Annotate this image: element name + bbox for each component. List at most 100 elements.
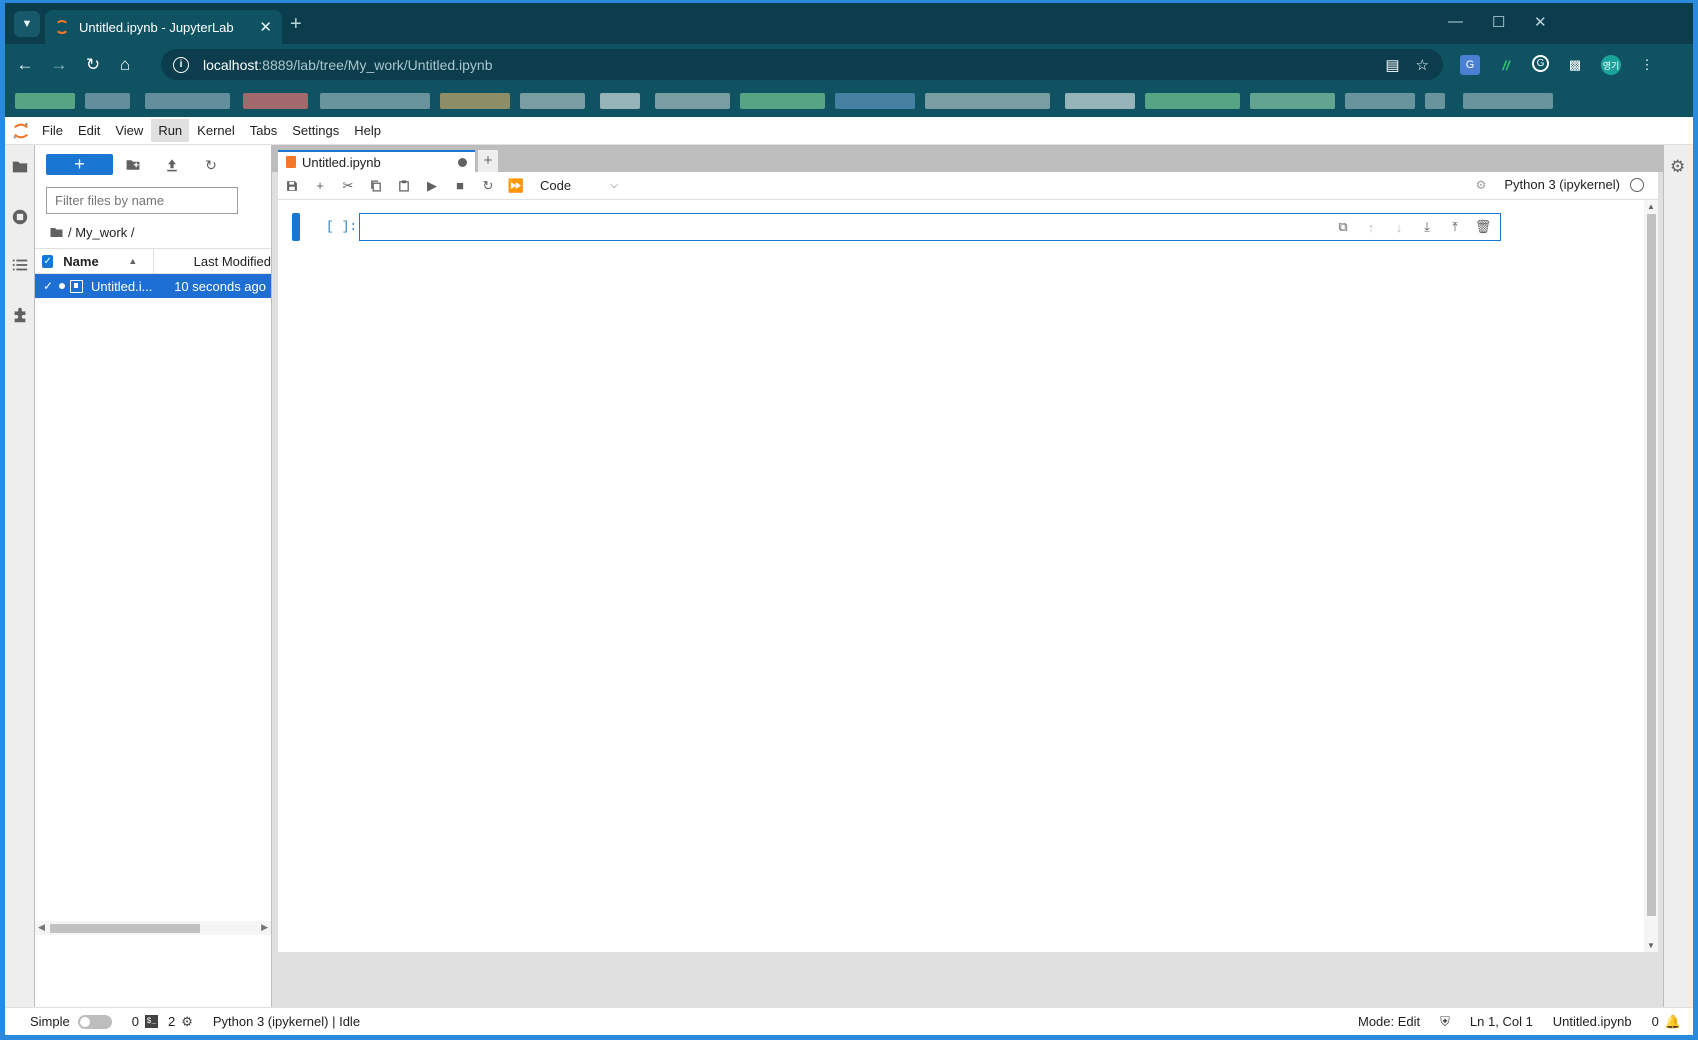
browser-tab-active[interactable]: Untitled.ipynb - JupyterLab ✕ (45, 10, 282, 44)
browser-menu-icon[interactable]: ⋮ (1637, 55, 1657, 75)
bookmark-item[interactable] (1345, 93, 1415, 109)
menu-settings[interactable]: Settings (285, 119, 346, 142)
bookmark-item[interactable] (835, 93, 915, 109)
debugger-icon[interactable]: ⚙ (1476, 178, 1487, 192)
paste-icon[interactable] (390, 174, 418, 198)
scrollbar-thumb[interactable] (1647, 214, 1656, 916)
code-cell[interactable]: [ ]: ⧉ ↑ ↓ ⤓ ⤒ 🗑 (292, 213, 1504, 241)
trusted-shield-icon[interactable]: ⛨ (1440, 1014, 1450, 1030)
scroll-down-icon[interactable]: ▼ (1647, 941, 1655, 950)
save-icon[interactable] (278, 174, 306, 198)
home-icon[interactable]: ⌂ (113, 53, 137, 77)
select-all-checkbox[interactable]: ✓ (42, 254, 54, 268)
bookmark-item[interactable] (740, 93, 825, 109)
scrollbar-thumb[interactable] (50, 924, 200, 933)
insert-above-icon[interactable]: ⤒ (1446, 218, 1464, 236)
menu-tabs[interactable]: Tabs (243, 119, 284, 142)
running-kernels-icon[interactable] (10, 207, 30, 227)
restart-kernel-icon[interactable]: ↻ (474, 174, 502, 198)
menu-help[interactable]: Help (347, 119, 388, 142)
add-tab-button[interactable]: + (478, 150, 498, 172)
menu-kernel[interactable]: Kernel (190, 119, 242, 142)
menu-edit[interactable]: Edit (71, 119, 107, 142)
grammarly-extension-icon[interactable]: G (1532, 55, 1549, 72)
bookmark-item[interactable] (1065, 93, 1135, 109)
back-icon[interactable]: ← (13, 53, 37, 77)
kernel-name[interactable]: Python 3 (ipykernel) (1504, 177, 1620, 192)
insert-cell-icon[interactable]: + (306, 174, 334, 198)
cell-editor[interactable]: ⧉ ↑ ↓ ⤓ ⤒ 🗑 (359, 213, 1501, 241)
notebook-vertical-scrollbar[interactable]: ▲ ▼ (1644, 200, 1658, 952)
tab-search-button[interactable]: ▼ (14, 11, 40, 37)
breadcrumb-path[interactable]: / My_work / (68, 225, 134, 240)
copy-icon[interactable] (362, 174, 390, 198)
notifications-item[interactable]: 0 🔔 (1652, 1014, 1681, 1030)
bookmark-item[interactable] (243, 93, 308, 109)
cell-type-dropdown[interactable]: Code ⌵ (540, 178, 618, 193)
column-modified-header[interactable]: Last Modified (152, 249, 271, 273)
menu-run[interactable]: Run (151, 119, 190, 142)
profile-avatar[interactable]: 영기 (1601, 55, 1621, 75)
bookmark-item[interactable] (925, 93, 1050, 109)
bookmark-item[interactable] (85, 93, 130, 109)
translate-icon[interactable]: ▤ (1385, 56, 1399, 74)
bookmark-item[interactable] (1250, 93, 1335, 109)
bookmark-item[interactable] (520, 93, 585, 109)
move-up-icon[interactable]: ↑ (1362, 218, 1380, 236)
terminals-count-item[interactable]: 0 $_ (132, 1014, 158, 1029)
minimize-icon[interactable]: — (1448, 13, 1463, 30)
address-bar[interactable]: i localhost:8889/lab/tree/My_work/Untitl… (161, 49, 1443, 80)
upload-icon[interactable] (162, 155, 182, 175)
cell-collapser[interactable] (292, 213, 300, 241)
restart-run-all-icon[interactable]: ⏩ (502, 174, 530, 198)
forward-icon[interactable]: → (47, 53, 71, 77)
menu-file[interactable]: File (35, 119, 70, 142)
reload-icon[interactable]: ↻ (81, 53, 105, 77)
run-cell-icon[interactable]: ▶ (418, 174, 446, 198)
scroll-up-icon[interactable]: ▲ (1647, 202, 1655, 211)
file-list-item[interactable]: ✓ Untitled.i... 10 seconds ago (35, 274, 271, 298)
bookmark-item[interactable] (145, 93, 230, 109)
menu-view[interactable]: View (108, 119, 150, 142)
sort-ascending-icon[interactable]: ▲ (128, 256, 152, 266)
home-folder-icon[interactable] (49, 225, 64, 240)
table-of-contents-icon[interactable] (10, 255, 30, 275)
extensions-puzzle-icon[interactable]: ▩ (1565, 55, 1585, 75)
bookmark-item[interactable] (320, 93, 430, 109)
delete-cell-icon[interactable]: 🗑 (1474, 218, 1492, 236)
google-translate-extension-icon[interactable]: G (1460, 55, 1480, 75)
file-filter-input[interactable] (55, 193, 231, 208)
bookmark-item[interactable] (440, 93, 510, 109)
extension-manager-icon[interactable] (10, 305, 30, 325)
kernels-count-item[interactable]: 2 ⚙ (168, 1014, 193, 1030)
maximize-icon[interactable]: ☐ (1492, 13, 1505, 31)
refresh-icon[interactable]: ↻ (201, 155, 221, 175)
row-checkbox[interactable]: ✓ (43, 279, 55, 293)
simple-mode-toggle[interactable] (77, 1014, 112, 1029)
bookmark-item[interactable] (1145, 93, 1240, 109)
unsaved-indicator-icon[interactable] (458, 157, 467, 167)
h-extension-icon[interactable]: // (1496, 55, 1516, 75)
scroll-left-icon[interactable]: ◀ (38, 922, 45, 933)
cursor-position[interactable]: Ln 1, Col 1 (1470, 1014, 1533, 1029)
cut-icon[interactable]: ✂ (334, 174, 362, 198)
new-launcher-button[interactable]: + (46, 154, 113, 175)
new-folder-icon[interactable] (123, 155, 143, 175)
bookmark-item[interactable] (1425, 93, 1445, 109)
property-inspector-gear-icon[interactable]: ⚙ (1670, 157, 1685, 177)
bookmark-star-icon[interactable]: ☆ (1416, 56, 1429, 74)
file-browser-horizontal-scrollbar[interactable]: ◀ ▶ (35, 921, 271, 935)
notebook-tab[interactable]: Untitled.ipynb (278, 150, 475, 172)
close-window-icon[interactable]: ✕ (1534, 13, 1547, 31)
column-name-header[interactable]: Name (63, 254, 128, 269)
move-down-icon[interactable]: ↓ (1390, 218, 1408, 236)
bookmark-item[interactable] (15, 93, 75, 109)
site-info-icon[interactable]: i (173, 56, 189, 73)
close-tab-icon[interactable]: ✕ (259, 18, 272, 36)
folder-icon[interactable] (10, 157, 30, 177)
insert-below-icon[interactable]: ⤓ (1418, 218, 1436, 236)
new-tab-button[interactable]: + (290, 13, 302, 36)
scroll-right-icon[interactable]: ▶ (261, 922, 268, 933)
bookmark-item[interactable] (655, 93, 730, 109)
bookmark-item[interactable] (1463, 93, 1553, 109)
